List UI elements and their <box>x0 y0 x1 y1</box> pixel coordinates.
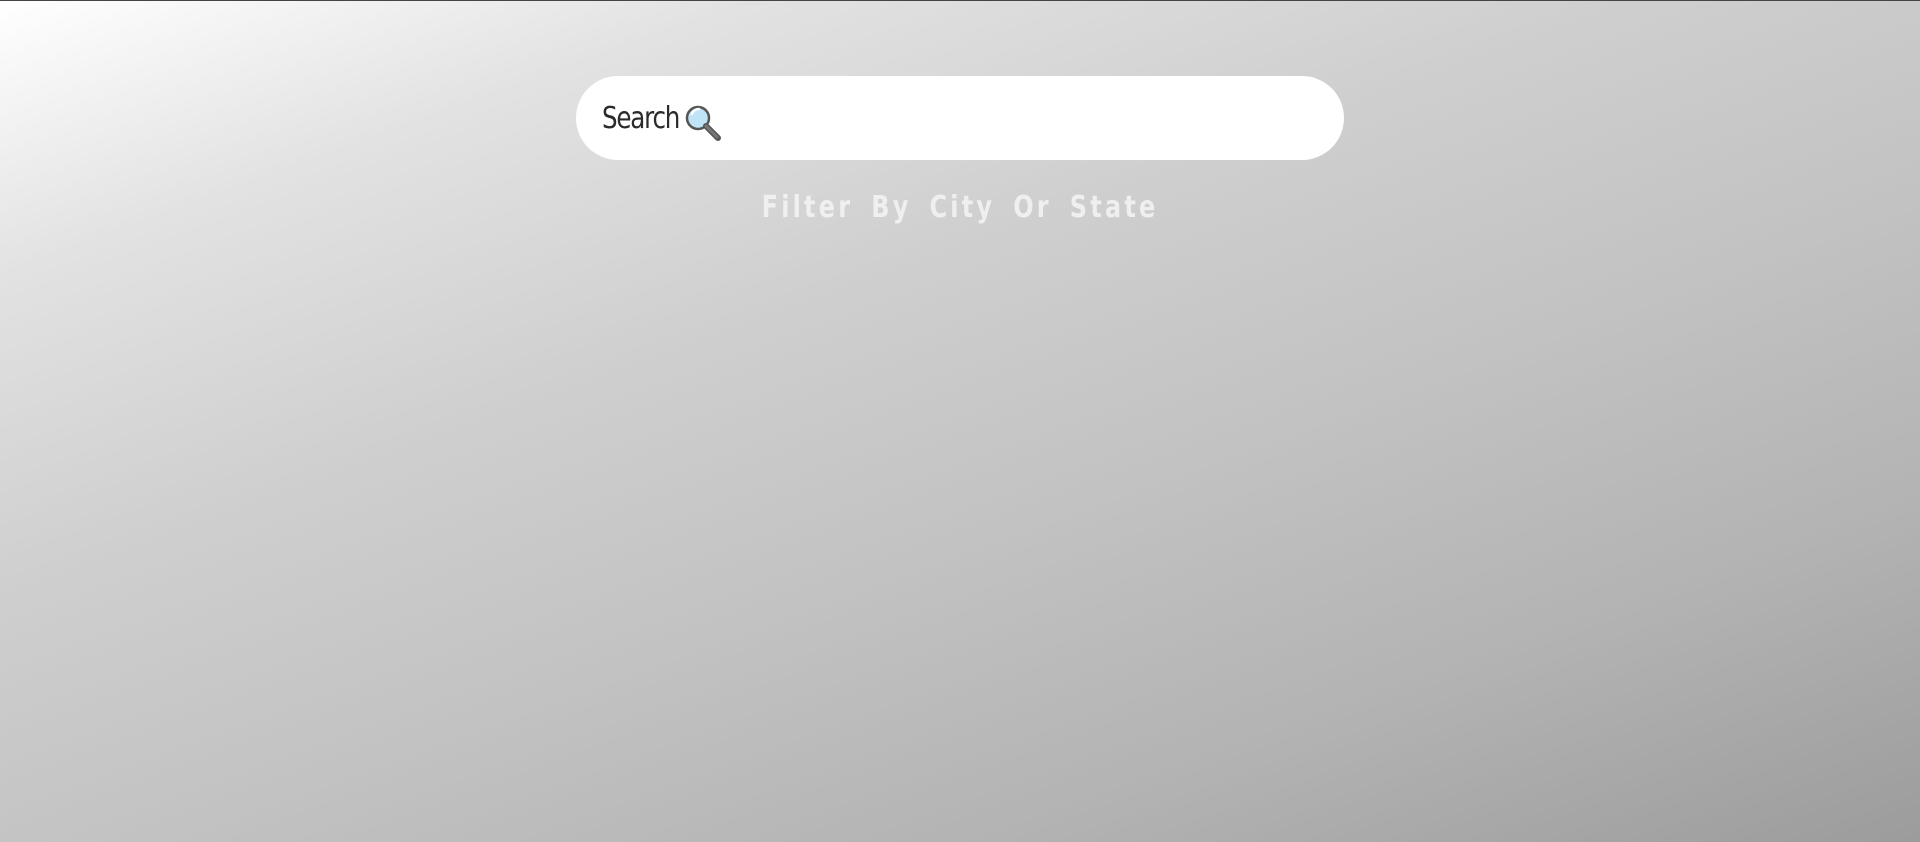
top-border <box>0 0 1920 1</box>
search-label: Search <box>602 100 680 136</box>
search-input[interactable] <box>728 90 1322 148</box>
filter-hint: Filter By City Or State <box>0 190 1920 225</box>
magnifying-glass-icon <box>685 105 721 141</box>
search-bar[interactable]: Search <box>576 76 1344 160</box>
filter-hint-text: Filter By City Or State <box>761 190 1159 225</box>
